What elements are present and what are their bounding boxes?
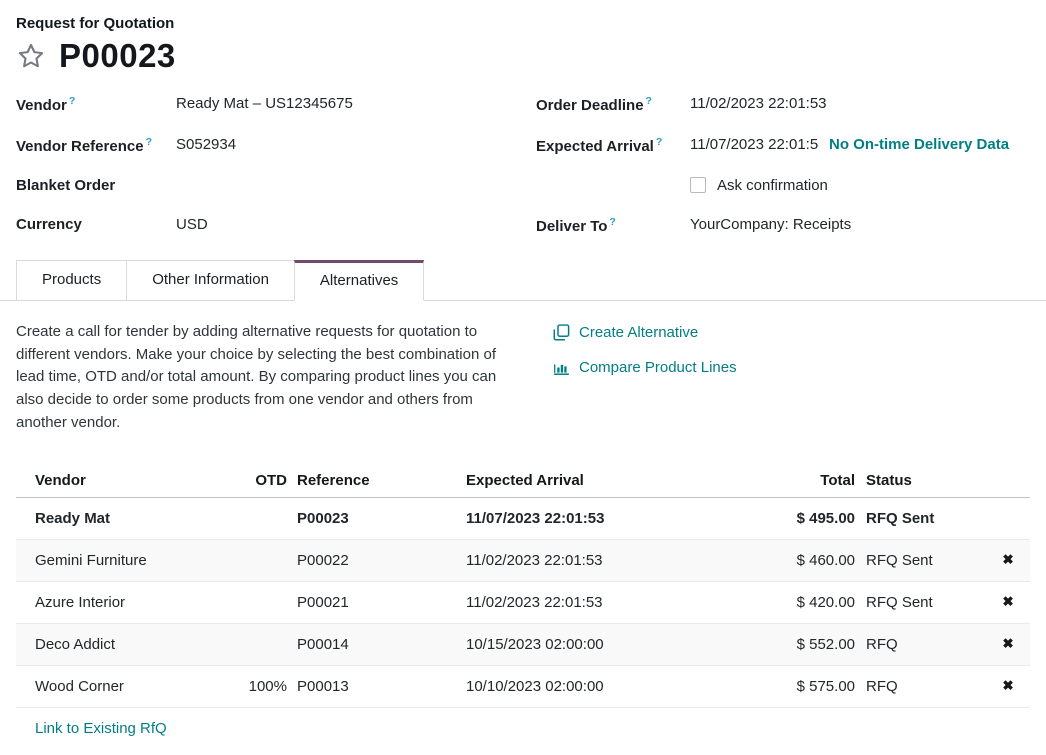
page-title: P00023 (59, 37, 176, 75)
field-grid: Vendor? Ready Mat – US12345675 Order Dea… (16, 95, 1030, 257)
table-row[interactable]: Gemini Furniture P00022 11/02/2023 22:01… (16, 540, 1030, 582)
blanket-order-label: Blanket Order (16, 177, 176, 216)
help-icon[interactable]: ? (646, 95, 652, 107)
currency-label: Currency (16, 216, 176, 257)
col-header-reference[interactable]: Reference (287, 472, 456, 489)
document-type-label: Request for Quotation (16, 15, 1030, 32)
favorite-star-icon[interactable] (16, 41, 46, 71)
deliver-to-field[interactable]: YourCompany: Receipts (690, 216, 1030, 257)
vendor-field[interactable]: Ready Mat – US12345675 (176, 95, 536, 136)
col-header-vendor[interactable]: Vendor (16, 472, 241, 489)
expected-arrival-value[interactable]: 11/07/2023 22:01:53 (690, 136, 819, 153)
col-header-expected-arrival[interactable]: Expected Arrival (456, 472, 716, 489)
table-row[interactable]: Azure Interior P00021 11/02/2023 22:01:5… (16, 582, 1030, 624)
rfq-form: Request for Quotation P00023 Vendor? Rea… (0, 0, 1046, 257)
alternatives-tab-content: Create a call for tender by adding alter… (0, 301, 1046, 435)
create-alternative-button[interactable]: Create Alternative (553, 324, 737, 341)
no-otd-data-link[interactable]: No On-time Delivery Data (829, 136, 1009, 153)
order-deadline-field[interactable]: 11/02/2023 22:01:53 (690, 95, 1030, 136)
tab-alternatives[interactable]: Alternatives (294, 260, 424, 301)
tab-products[interactable]: Products (16, 260, 127, 300)
table-footer: Link to Existing RfQ (16, 708, 1030, 749)
bar-chart-icon (553, 359, 570, 376)
alternatives-actions: Create Alternative Compare Product Lines (553, 321, 737, 435)
deliver-to-label: Deliver To? (536, 216, 690, 257)
alternatives-table: Vendor OTD Reference Expected Arrival To… (16, 465, 1030, 749)
notebook-tabs: Products Other Information Alternatives (0, 260, 1046, 301)
compare-product-lines-label: Compare Product Lines (579, 359, 737, 376)
help-icon[interactable]: ? (146, 136, 152, 148)
vendor-label: Vendor? (16, 95, 176, 136)
remove-icon[interactable]: ✖ (986, 636, 1030, 652)
ask-confirmation-checkbox[interactable] (690, 177, 706, 193)
compare-product-lines-button[interactable]: Compare Product Lines (553, 359, 737, 376)
copy-icon (553, 324, 570, 341)
remove-icon[interactable]: ✖ (986, 594, 1030, 610)
help-icon[interactable]: ? (69, 95, 75, 107)
table-row[interactable]: Deco Addict P00014 10/15/2023 02:00:00 $… (16, 624, 1030, 666)
remove-icon[interactable]: ✖ (986, 552, 1030, 568)
vendor-reference-field[interactable]: S052934 (176, 136, 536, 177)
expected-arrival-label: Expected Arrival? (536, 136, 690, 177)
order-deadline-label: Order Deadline? (536, 95, 690, 136)
vendor-reference-label: Vendor Reference? (16, 136, 176, 177)
table-row[interactable]: Wood Corner 100% P00013 10/10/2023 02:00… (16, 666, 1030, 708)
col-header-status[interactable]: Status (855, 472, 986, 489)
table-header-row: Vendor OTD Reference Expected Arrival To… (16, 465, 1030, 498)
alternatives-description: Create a call for tender by adding alter… (16, 321, 524, 435)
link-to-existing-rfq-link[interactable]: Link to Existing RfQ (35, 720, 167, 737)
create-alternative-label: Create Alternative (579, 324, 698, 341)
help-icon[interactable]: ? (609, 216, 615, 228)
ask-confirmation-label: Ask confirmation (717, 177, 828, 194)
col-header-otd[interactable]: OTD (241, 472, 287, 489)
table-row[interactable]: Ready Mat P00023 11/07/2023 22:01:53 $ 4… (16, 498, 1030, 540)
blanket-order-field[interactable] (176, 177, 536, 216)
ask-confirmation-field: Ask confirmation (690, 177, 1030, 216)
title-row: P00023 (16, 37, 1030, 75)
expected-arrival-field: 11/07/2023 22:01:53 No On-time Delivery … (690, 136, 1030, 177)
help-icon[interactable]: ? (656, 136, 662, 148)
col-header-total[interactable]: Total (716, 472, 855, 489)
tab-other-information[interactable]: Other Information (126, 260, 295, 300)
currency-field[interactable]: USD (176, 216, 536, 257)
remove-icon[interactable]: ✖ (986, 678, 1030, 694)
